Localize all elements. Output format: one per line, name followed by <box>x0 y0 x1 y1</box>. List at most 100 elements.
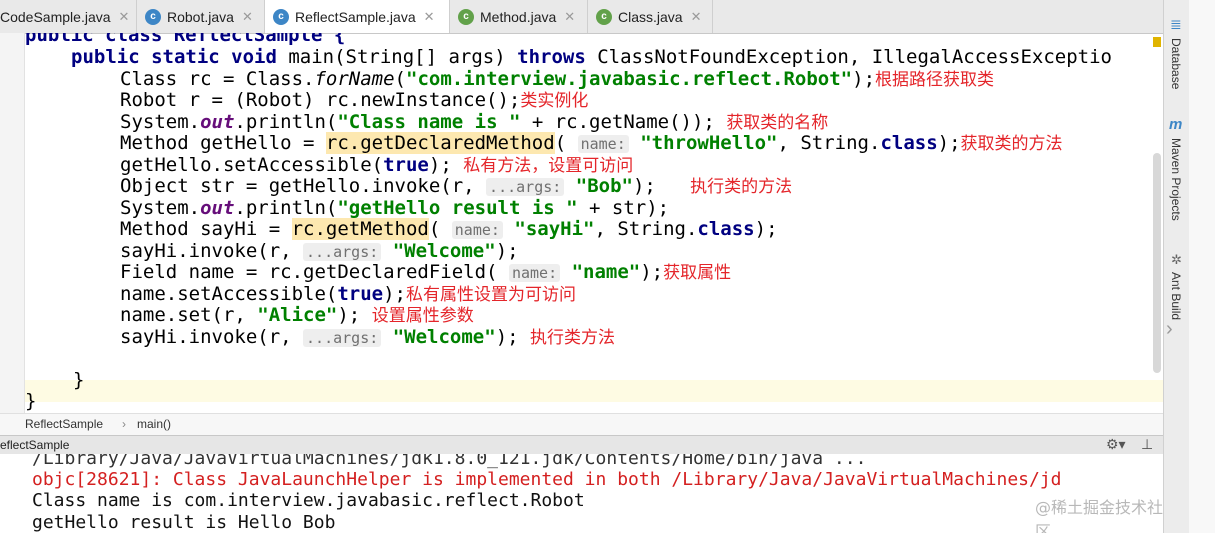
string-literal: "sayHi" <box>514 218 595 240</box>
code-line: System.out.println("Class name is " + rc… <box>120 111 829 134</box>
tab-class[interactable]: c Class.java ✕ <box>588 0 713 33</box>
run-console[interactable]: /Library/Java/JavaVirtualMachines/jdk1.8… <box>0 454 1163 533</box>
code-token: ClassNotFoundException, IllegalAccessExc… <box>585 46 1112 68</box>
code-token: , String. <box>777 132 881 154</box>
class-icon: c <box>273 8 289 25</box>
code-token: + rc.getName()); <box>520 111 715 133</box>
warning-marker-icon[interactable] <box>1153 37 1161 47</box>
database-icon[interactable]: ≣ <box>1170 16 1182 33</box>
current-line-highlight <box>25 380 1163 402</box>
ant-build-tool-button[interactable]: Ant Build <box>1169 272 1183 320</box>
code-token: System. <box>120 197 201 219</box>
code-token: ); <box>754 218 778 240</box>
code-line: Object str = getHello.invoke(r, ...args:… <box>120 175 793 198</box>
background-window-edge <box>1189 0 1215 533</box>
tab-reflectsample[interactable]: c ReflectSample.java ✕ <box>265 0 450 33</box>
annotation: 根据路径获取类 <box>875 70 995 90</box>
string-literal: "Class name is " <box>337 111 521 133</box>
code-line: System.out.println("getHello result is "… <box>120 197 670 220</box>
run-panel-title[interactable]: eflectSample <box>0 438 69 452</box>
code-token: Robot r = (Robot) rc.newInstance(); <box>120 89 521 111</box>
code-token: name.setAccessible( <box>120 283 338 305</box>
code-token: sayHi.invoke(r, <box>120 326 304 348</box>
console-line: getHello result is Hello Bob <box>32 512 336 533</box>
code-token: true <box>383 154 429 176</box>
gear-icon[interactable]: ⚙▾ <box>1106 436 1126 453</box>
code-line: sayHi.invoke(r, ...args: "Welcome"); 执行类… <box>120 326 615 349</box>
parameter-hint: ...args: <box>303 243 382 261</box>
breadcrumb-separator: › <box>122 417 126 431</box>
breadcrumb-class[interactable]: ReflectSample <box>25 417 103 431</box>
tab-label: Class.java <box>618 8 683 25</box>
code-line: getHello.setAccessible(true); 私有方法，设置可访问 <box>120 154 633 177</box>
watermark: @稀土掘金技术社区 <box>1035 498 1163 533</box>
code-token: , String. <box>594 218 698 240</box>
database-tool-button[interactable]: Database <box>1169 38 1183 89</box>
code-token: out <box>200 197 235 219</box>
class-icon: c <box>458 8 474 25</box>
close-icon[interactable]: ✕ <box>242 9 253 25</box>
code-line: } <box>25 390 36 413</box>
annotation: 私有属性设置为可访问 <box>406 285 576 305</box>
code-token: .println( <box>234 197 338 219</box>
code-token: name.set(r, <box>120 304 258 326</box>
close-icon[interactable]: ✕ <box>691 9 702 25</box>
code-token: public class ReflectSample { <box>25 33 346 46</box>
editor-tab-bar: CodeSample.java ✕ c Robot.java ✕ c ReflectSa… <box>0 0 1163 34</box>
tab-codesample[interactable]: CodeSample.java ✕ <box>0 0 137 33</box>
tab-robot[interactable]: c Robot.java ✕ <box>137 0 265 33</box>
class-icon: c <box>596 8 612 25</box>
code-token: public static void <box>71 46 277 68</box>
tab-label: CodeSample.java <box>0 8 111 25</box>
code-token: ( <box>394 68 406 90</box>
code-token: rc.getDeclaredMethod <box>325 132 555 154</box>
code-line: sayHi.invoke(r, ...args: "Welcome"); <box>120 240 519 263</box>
annotation: 获取属性 <box>663 263 732 283</box>
code-line: public class ReflectSample { <box>25 33 345 47</box>
maven-icon[interactable]: m <box>1169 116 1182 133</box>
code-token: rc.getMethod <box>291 218 429 240</box>
console-line: Class name is com.interview.javabasic.re… <box>32 490 585 511</box>
maven-projects-tool-button[interactable]: Maven Projects <box>1169 138 1183 221</box>
code-token: getHello.setAccessible( <box>120 154 384 176</box>
code-token: + str); <box>577 197 670 219</box>
string-literal: "com.interview.javabasic.reflect.Robot" <box>406 68 853 90</box>
ant-icon[interactable]: ✲ <box>1171 252 1182 268</box>
code-line: Method getHello = rc.getDeclaredMethod( … <box>120 132 1063 155</box>
chevron-right-icon[interactable]: › <box>1166 318 1173 341</box>
code-token: ); <box>632 175 656 197</box>
code-token: class <box>880 132 938 154</box>
code-token: forName <box>314 68 395 90</box>
code-token: throws <box>517 46 586 68</box>
code-line: Method sayHi = rc.getMethod( name: "sayH… <box>120 218 778 241</box>
hide-panel-icon[interactable]: ⊥ <box>1141 436 1153 453</box>
code-token: ( <box>428 218 441 240</box>
parameter-hint: name: <box>451 221 503 239</box>
tab-label: Robot.java <box>167 8 234 25</box>
tab-method[interactable]: c Method.java ✕ <box>450 0 588 33</box>
code-editor[interactable]: public class ReflectSample { public stat… <box>25 33 1163 413</box>
annotation: 执行类的方法 <box>690 177 793 197</box>
code-token: ); <box>495 240 519 262</box>
breadcrumb-method[interactable]: main() <box>137 417 171 431</box>
close-icon[interactable]: ✕ <box>119 9 130 25</box>
code-token: ); <box>428 154 452 176</box>
close-icon[interactable]: ✕ <box>564 9 575 25</box>
code-token: ); <box>852 68 876 90</box>
code-line: name.set(r, "Alice"); 设置属性参数 <box>120 304 474 327</box>
breadcrumb: ReflectSample › main() <box>0 413 1163 436</box>
code-token: main(String[] args) <box>276 46 518 68</box>
editor-gutter[interactable] <box>0 33 25 413</box>
editor-scrollbar[interactable] <box>1153 153 1161 373</box>
tab-label: Method.java <box>480 8 557 25</box>
code-token: System. <box>120 111 201 133</box>
annotation: 获取类的名称 <box>726 113 829 133</box>
code-token: ); <box>495 326 519 348</box>
code-token: ( <box>554 132 567 154</box>
code-token: ); <box>937 132 961 154</box>
code-token: Field name = rc.getDeclaredField( <box>120 261 498 283</box>
parameter-hint: ...args: <box>303 329 382 347</box>
close-icon[interactable]: ✕ <box>424 9 435 25</box>
string-literal: "Welcome" <box>392 326 496 348</box>
code-token: class <box>697 218 755 240</box>
